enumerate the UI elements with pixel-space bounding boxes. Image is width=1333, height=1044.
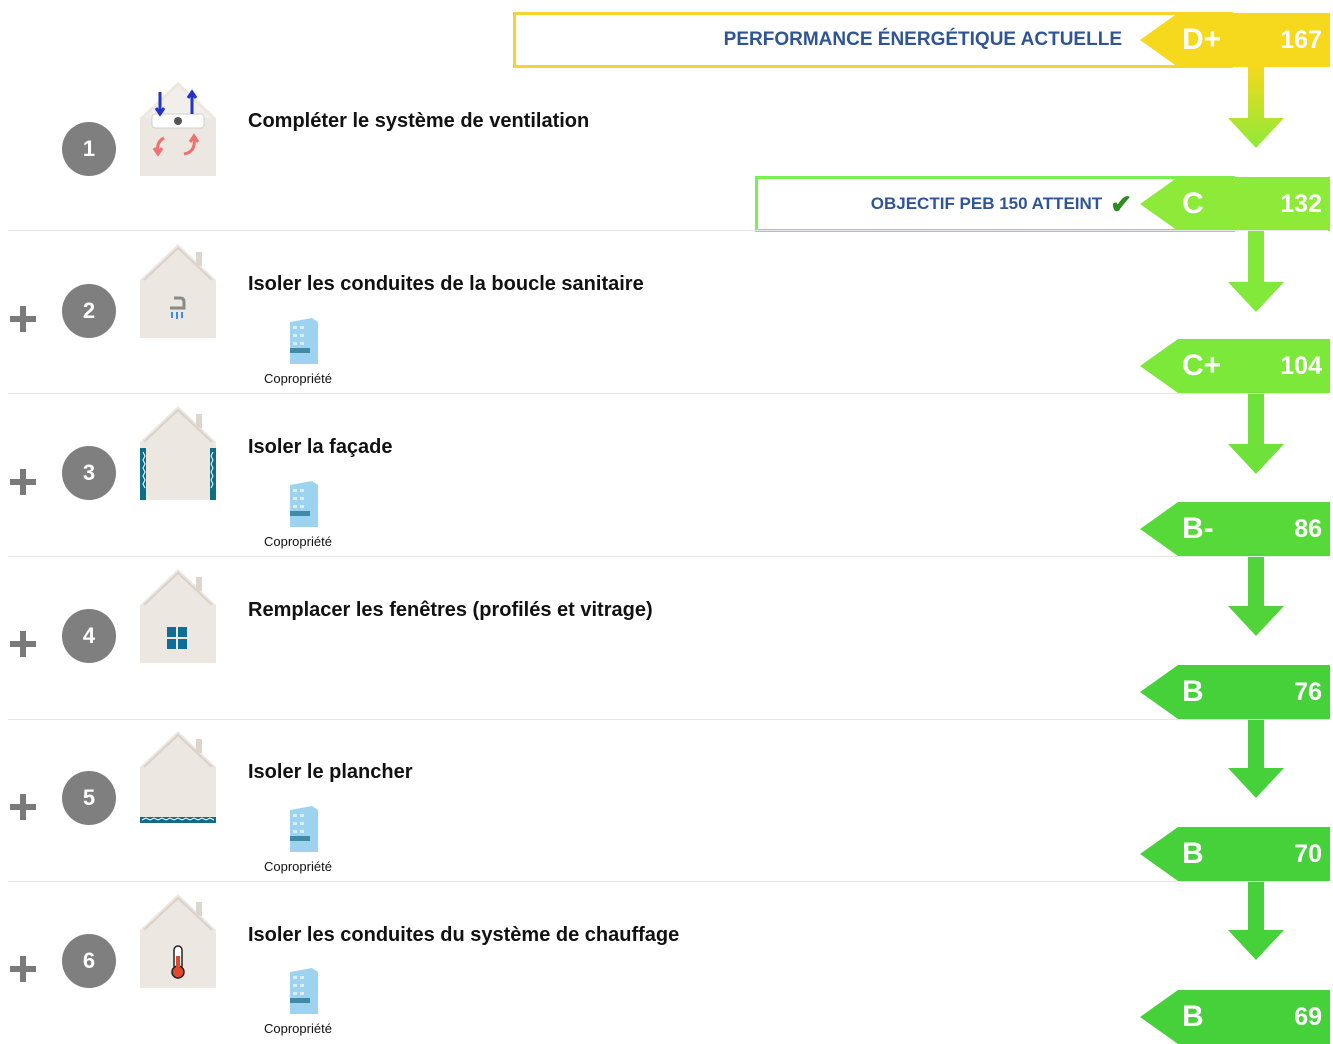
energy-label-b-minus: B- 86 <box>1140 502 1330 556</box>
energy-class: C+ <box>1182 349 1222 382</box>
step-number-badge: 6 <box>62 934 116 988</box>
energy-value: 132 <box>1280 190 1322 218</box>
step-number-badge: 4 <box>62 609 116 663</box>
energy-label-c: C 132 <box>1140 177 1330 231</box>
building-icon <box>290 806 318 852</box>
step-number-badge: 1 <box>62 122 116 176</box>
energy-label-d-plus: D+ 167 <box>1140 13 1330 67</box>
plus-icon <box>6 790 40 824</box>
plus-icon <box>6 952 40 986</box>
row-divider <box>8 230 1328 231</box>
shower-house-icon <box>140 244 216 338</box>
energy-class: D+ <box>1182 23 1222 56</box>
plus-icon <box>6 302 40 336</box>
thermometer-house-icon <box>140 894 216 988</box>
window-house-icon <box>140 569 216 663</box>
energy-label-b: B 76 <box>1140 665 1330 719</box>
down-arrow-icon <box>1228 392 1284 474</box>
building-icon <box>290 481 318 527</box>
down-arrow-icon <box>1228 554 1284 636</box>
energy-class: B <box>1182 837 1204 870</box>
step-title: Isoler les conduites de la boucle sanita… <box>248 273 644 295</box>
facade-insulation-house-icon <box>140 406 216 500</box>
step-number-badge: 3 <box>62 446 116 500</box>
energy-value: 104 <box>1280 352 1322 380</box>
energy-value: 76 <box>1294 678 1322 706</box>
down-arrow-icon <box>1228 66 1284 148</box>
step-title: Isoler la façade <box>248 436 393 458</box>
plus-icon <box>6 627 40 661</box>
energy-class: B- <box>1182 512 1214 545</box>
row-divider <box>8 556 1328 557</box>
energy-label-c-plus: C+ 104 <box>1140 339 1330 393</box>
target-reached-title: OBJECTIF PEB 150 ATTEINT <box>870 194 1103 213</box>
down-arrow-icon <box>1228 716 1284 798</box>
current-performance-title: PERFORMANCE ÉNERGÉTIQUE ACTUELLE <box>723 29 1122 50</box>
building-icon <box>290 968 318 1014</box>
row-divider <box>8 719 1328 720</box>
energy-class: C <box>1182 187 1204 220</box>
down-arrow-icon <box>1228 878 1284 960</box>
step-title: Remplacer les fenêtres (profilés et vitr… <box>248 599 653 621</box>
energy-label-b: B 70 <box>1140 827 1330 881</box>
copropriete-label: Copropriété <box>264 859 332 874</box>
ventilation-house-icon <box>140 82 216 176</box>
row-divider <box>8 393 1328 394</box>
step-number-badge: 5 <box>62 771 116 825</box>
energy-value: 86 <box>1294 515 1322 543</box>
plus-icon <box>6 465 40 499</box>
energy-value: 70 <box>1294 840 1322 868</box>
energy-class: B <box>1182 675 1204 708</box>
copropriete-label: Copropriété <box>264 1021 332 1036</box>
step-number-badge: 2 <box>62 284 116 338</box>
energy-value: 167 <box>1280 26 1322 54</box>
down-arrow-icon <box>1228 230 1284 312</box>
step-title: Isoler le plancher <box>248 761 413 783</box>
floor-insulation-house-icon <box>140 731 216 823</box>
checkmark-icon: ✔ <box>1110 189 1132 219</box>
building-icon <box>290 318 318 364</box>
step-title: Compléter le système de ventilation <box>248 110 590 132</box>
current-performance-banner: PERFORMANCE ÉNERGÉTIQUE ACTUELLE <box>513 12 1233 68</box>
step-title: Isoler les conduites du système de chauf… <box>248 924 680 946</box>
copropriete-label: Copropriété <box>264 371 332 386</box>
copropriete-label: Copropriété <box>264 534 332 549</box>
row-divider <box>8 881 1328 882</box>
